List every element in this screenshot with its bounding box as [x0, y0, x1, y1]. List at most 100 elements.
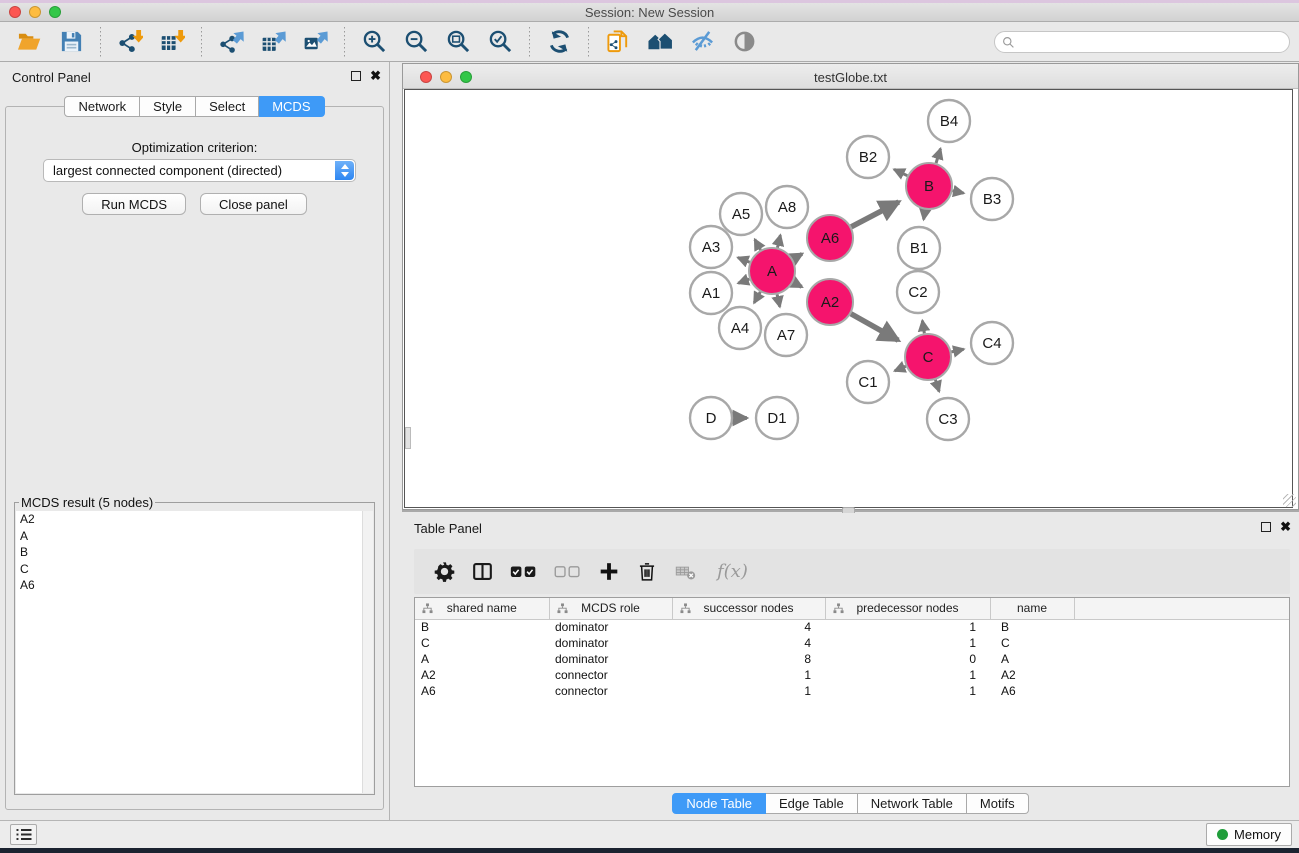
- settings-icon[interactable]: [434, 559, 455, 585]
- column-header-predecessor-nodes[interactable]: predecessor nodes: [825, 598, 990, 619]
- node-B4[interactable]: B4: [928, 100, 970, 142]
- cell[interactable]: [1074, 619, 1290, 635]
- node-D1[interactable]: D1: [756, 397, 798, 439]
- columns-icon[interactable]: [472, 559, 493, 585]
- home-view-icon[interactable]: [645, 27, 675, 57]
- result-item-b[interactable]: B: [16, 544, 373, 561]
- cell[interactable]: 1: [825, 635, 990, 651]
- zoom-in-icon[interactable]: [359, 27, 389, 57]
- result-item-c[interactable]: C: [16, 561, 373, 578]
- cell[interactable]: dominator: [549, 619, 672, 635]
- run-mcds-button[interactable]: Run MCDS: [82, 193, 186, 215]
- deselect-all-icon[interactable]: [554, 559, 581, 585]
- clone-network-icon[interactable]: [603, 27, 633, 57]
- zoom-selected-icon[interactable]: [485, 27, 515, 57]
- refresh-view-icon[interactable]: [544, 27, 574, 57]
- result-item-a[interactable]: A: [16, 528, 373, 545]
- table-row[interactable]: A6connector11A6: [415, 683, 1290, 699]
- cell[interactable]: A: [990, 651, 1074, 667]
- node-A3[interactable]: A3: [690, 226, 732, 268]
- horizontal-splitter[interactable]: [402, 510, 1299, 512]
- open-session-icon[interactable]: [14, 27, 44, 57]
- search-input[interactable]: [1015, 35, 1289, 49]
- cell[interactable]: A: [415, 651, 549, 667]
- node-B[interactable]: B: [906, 163, 952, 209]
- edge-B-B2[interactable]: [894, 169, 907, 175]
- edge-A6-B[interactable]: [851, 202, 899, 227]
- zoom-fit-icon[interactable]: [443, 27, 473, 57]
- import-network-icon[interactable]: [115, 27, 145, 57]
- tab-select[interactable]: Select: [196, 96, 259, 117]
- node-B3[interactable]: B3: [971, 178, 1013, 220]
- add-row-icon[interactable]: [598, 559, 620, 585]
- import-table-icon[interactable]: [157, 27, 187, 57]
- column-header-name[interactable]: name: [990, 598, 1074, 619]
- export-image-icon[interactable]: [300, 27, 330, 57]
- cell[interactable]: [1074, 683, 1290, 699]
- edge-A-A6[interactable]: [793, 254, 802, 259]
- cell[interactable]: dominator: [549, 635, 672, 651]
- edge-A-A3[interactable]: [738, 258, 750, 263]
- tab-network-table[interactable]: Network Table: [858, 793, 967, 814]
- cell[interactable]: 8: [672, 651, 825, 667]
- node-A4[interactable]: A4: [719, 307, 761, 349]
- cell[interactable]: [1074, 651, 1290, 667]
- edge-C-C2[interactable]: [922, 321, 924, 334]
- cell[interactable]: dominator: [549, 651, 672, 667]
- cell[interactable]: [1074, 635, 1290, 651]
- cell[interactable]: B: [990, 619, 1074, 635]
- column-header-successor-nodes[interactable]: successor nodes: [672, 598, 825, 619]
- edge-B-B4[interactable]: [936, 149, 940, 163]
- tab-network[interactable]: Network: [64, 96, 140, 117]
- column-header-shared-name[interactable]: shared name: [415, 598, 549, 619]
- node-A5[interactable]: A5: [720, 193, 762, 235]
- close-panel-icon[interactable]: ✖: [370, 71, 381, 81]
- splitter-handle[interactable]: [405, 427, 411, 449]
- node-A[interactable]: A: [749, 248, 795, 294]
- network-window-titlebar[interactable]: testGlobe.txt: [403, 64, 1298, 89]
- cell[interactable]: 1: [672, 667, 825, 683]
- show-graphics-icon[interactable]: [729, 27, 759, 57]
- node-A2[interactable]: A2: [807, 279, 853, 325]
- edge-C-C3[interactable]: [935, 380, 939, 392]
- cell[interactable]: [1074, 667, 1290, 683]
- edge-A-A8[interactable]: [777, 235, 780, 247]
- node-C3[interactable]: C3: [927, 398, 969, 440]
- zoom-out-icon[interactable]: [401, 27, 431, 57]
- node-B1[interactable]: B1: [898, 227, 940, 269]
- task-history-button[interactable]: [10, 824, 37, 845]
- result-item-a2[interactable]: A2: [16, 511, 373, 528]
- edge-B-B1[interactable]: [924, 210, 926, 220]
- cell[interactable]: A6: [415, 683, 549, 699]
- cell[interactable]: 4: [672, 635, 825, 651]
- resize-grip-icon[interactable]: [1283, 494, 1296, 507]
- cell[interactable]: A2: [415, 667, 549, 683]
- cell[interactable]: C: [415, 635, 549, 651]
- node-C4[interactable]: C4: [971, 322, 1013, 364]
- result-scrollbar[interactable]: [362, 511, 373, 793]
- edge-C-C1[interactable]: [895, 366, 906, 371]
- column-header-mcds-role[interactable]: MCDS role: [549, 598, 672, 619]
- export-table-icon[interactable]: [258, 27, 288, 57]
- node-A6[interactable]: A6: [807, 215, 853, 261]
- node-A7[interactable]: A7: [765, 314, 807, 356]
- cell[interactable]: 1: [672, 683, 825, 699]
- tab-style[interactable]: Style: [140, 96, 196, 117]
- search-field[interactable]: [994, 31, 1290, 53]
- edge-A2-C[interactable]: [851, 314, 898, 341]
- float-table-panel-icon[interactable]: [1261, 522, 1271, 532]
- cell[interactable]: 1: [825, 667, 990, 683]
- table-row[interactable]: A2connector11A2: [415, 667, 1290, 683]
- edge-B-B3[interactable]: [953, 191, 964, 193]
- cell[interactable]: A2: [990, 667, 1074, 683]
- cell[interactable]: 1: [825, 619, 990, 635]
- node-C[interactable]: C: [905, 334, 951, 380]
- select-all-icon[interactable]: [510, 559, 537, 585]
- table-row[interactable]: Adominator80A: [415, 651, 1290, 667]
- edge-C-C4[interactable]: [951, 349, 963, 352]
- edge-A-A5[interactable]: [755, 239, 761, 250]
- cell[interactable]: 4: [672, 619, 825, 635]
- node-B2[interactable]: B2: [847, 136, 889, 178]
- close-panel-button[interactable]: Close panel: [200, 193, 307, 215]
- edge-A-A1[interactable]: [738, 279, 749, 283]
